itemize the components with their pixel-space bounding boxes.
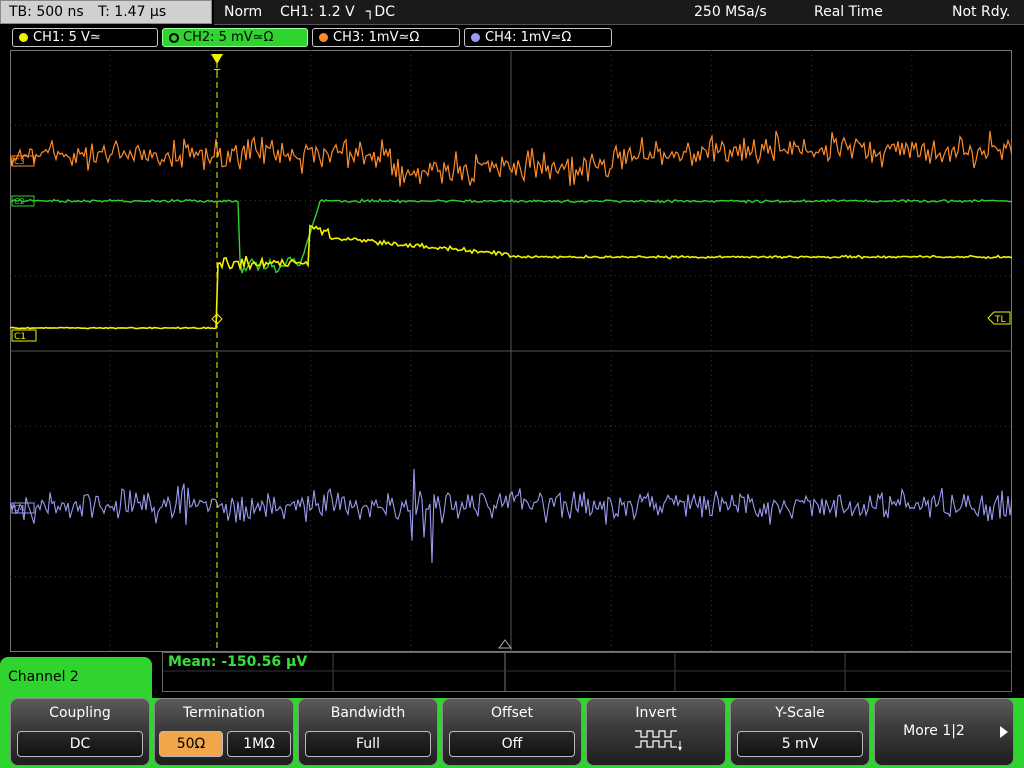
offset-value: Off [449, 731, 575, 757]
trigger-slope-coupling: ┐DC [366, 4, 395, 20]
y-scale-softkey[interactable]: Y-Scale 5 mV [730, 698, 870, 766]
invert-softkey[interactable]: Invert [586, 698, 726, 766]
channel-2-dot-icon [169, 33, 179, 43]
channel-4-pill[interactable]: CH4: 1mV≃Ω [464, 28, 612, 47]
y-scale-label: Y-Scale [775, 705, 825, 721]
more-softkey[interactable]: More 1|2 [874, 698, 1014, 766]
channel-2-pill[interactable]: CH2: 5 mV≃Ω [162, 28, 308, 47]
channel-3-pill[interactable]: CH3: 1mV≃Ω [312, 28, 460, 47]
offset-label: Offset [490, 705, 534, 721]
channel-4-dot-icon [471, 33, 480, 42]
timebase-box[interactable]: TB: 500 ns T: 1.47 µs [0, 0, 212, 24]
channel-1-label: CH1: 5 V≃ [33, 30, 101, 45]
arrow-right-icon [1000, 726, 1008, 738]
termination-label: Termination [182, 705, 266, 721]
coupling-label: Coupling [49, 705, 111, 721]
waveform-display[interactable]: T C3 C2 C1 C4 TL [10, 50, 1012, 652]
channel-1-marker-text: C1 [14, 332, 26, 342]
sample-rate: 250 MSa/s [694, 4, 767, 20]
channel-1-pill[interactable]: CH1: 5 V≃ [12, 28, 158, 47]
trigger-time-value: T: 1.47 µs [98, 4, 167, 20]
menu-title: Channel 2 [8, 669, 79, 685]
acquisition-bar[interactable]: Norm CH1: 1.2 V ┐DC 250 MSa/s Real Time … [214, 0, 1024, 25]
coupling-softkey[interactable]: Coupling DC [10, 698, 150, 766]
offset-softkey[interactable]: Offset Off [442, 698, 582, 766]
trigger-position-text: T [213, 68, 221, 79]
channel-3-dot-icon [319, 33, 328, 42]
mean-measurement: Mean: -150.56 µV [168, 654, 308, 670]
termination-50-ohm-option[interactable]: 50Ω [159, 731, 223, 757]
trigger-source: CH1: 1.2 V [280, 4, 355, 20]
bandwidth-softkey[interactable]: Bandwidth Full [298, 698, 438, 766]
trigger-mode: Norm [224, 4, 263, 20]
channel-3-marker-text: C3 [14, 157, 25, 166]
channel-4-label: CH4: 1mV≃Ω [485, 30, 572, 45]
acquisition-mode: Real Time [814, 4, 883, 20]
acquisition-state: Not Rdy. [952, 4, 1011, 20]
coupling-value: DC [17, 731, 143, 757]
termination-1m-ohm-option[interactable]: 1MΩ [227, 731, 291, 757]
timebase-value: TB: 500 ns [9, 4, 84, 20]
menu-title-tab: Channel 2 [0, 657, 152, 701]
bandwidth-label: Bandwidth [330, 705, 406, 721]
channel-2-marker-text: C2 [14, 197, 25, 206]
more-label: More 1|2 [903, 723, 965, 739]
channel-3-label: CH3: 1mV≃Ω [333, 30, 420, 45]
termination-softkey[interactable]: Termination 50Ω 1MΩ [154, 698, 294, 766]
invert-label: Invert [635, 705, 677, 721]
channel-2-label: CH2: 5 mV≃Ω [183, 30, 274, 45]
trigger-level-text: TL [994, 315, 1006, 325]
channel-1-offset-marker[interactable]: C1 [11, 329, 37, 342]
invert-wave-icon [635, 730, 682, 751]
bandwidth-value: Full [305, 731, 431, 757]
channel-1-dot-icon [19, 33, 28, 42]
y-scale-value: 5 mV [737, 731, 863, 757]
channel-4-marker-text: C4 [14, 504, 25, 513]
